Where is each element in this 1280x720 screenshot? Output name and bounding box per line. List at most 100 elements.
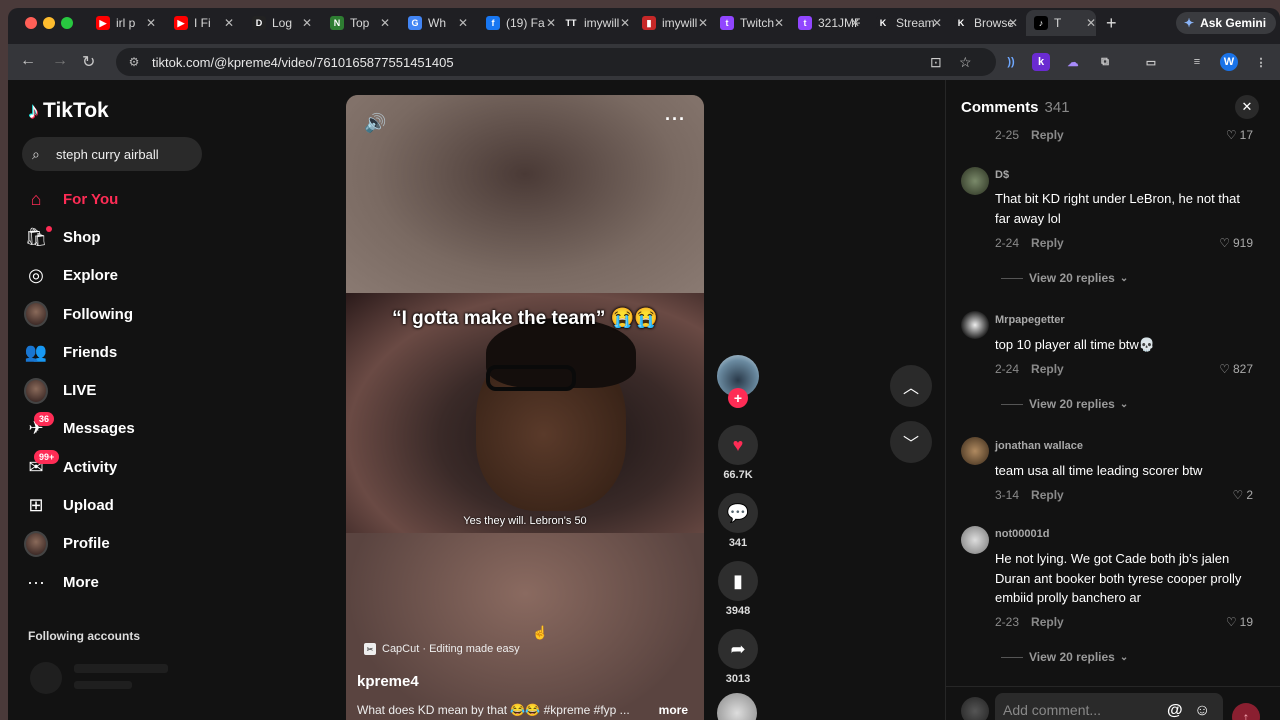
tab-close-icon[interactable]: ✕ [698,16,708,30]
browser-tab[interactable]: N Top ✕ [330,10,390,36]
comment-username[interactable]: not00001d [995,528,1049,540]
commenter-avatar[interactable] [961,167,989,195]
browser-tab[interactable]: K Stream ✕ [876,10,942,36]
video-author[interactable]: kpreme4 [357,673,419,690]
sidebar-item-profile[interactable]: Profile [24,525,324,563]
address-bar[interactable]: ⚙ tiktok.com/@kpreme4/video/761016587755… [116,48,996,76]
comment-like[interactable]: ♡ 919 [1219,236,1253,250]
reading-list-icon[interactable]: ≡ [1188,53,1206,71]
commenter-avatar[interactable] [961,311,989,339]
tab-close-icon[interactable]: ✕ [546,16,556,30]
comment-username[interactable]: D$ [995,169,1009,181]
window-zoom-button[interactable] [61,17,73,29]
video-player[interactable]: “I gotta make the team” 😭😭 Yes they will… [346,95,704,720]
comments-list[interactable]: 2-25 Reply ♡ 17 D$ That bit KD right under… [946,124,1280,686]
tab-close-icon[interactable]: ✕ [850,16,860,30]
browser-tab[interactable]: K Browse ✕ [954,10,1018,36]
browser-tab[interactable]: ▮ imywill ✕ [642,10,708,36]
sidebar-item-shop[interactable]: 🛍 Shop [24,218,324,256]
comment-like[interactable]: ♡ 2 [1233,488,1253,502]
sidebar-item-activity[interactable]: ✉ 99+ Activity [24,448,324,486]
comment-like[interactable]: ♡ 19 [1226,615,1253,629]
more-options-icon[interactable]: ··· [665,109,686,130]
comment-like[interactable]: ♡ 827 [1219,362,1253,376]
next-video-chevron-down-icon[interactable]: ﹀ [890,421,932,463]
tab-close-icon[interactable]: ✕ [1086,16,1096,30]
previous-video-chevron-up-icon[interactable]: ︿ [890,365,932,407]
tab-close-icon[interactable]: ✕ [380,16,390,30]
music-disc-avatar[interactable] [717,693,757,720]
tab-close-icon[interactable]: ✕ [458,16,468,30]
back-arrow-icon[interactable]: ← [20,52,36,70]
view-replies-button[interactable]: View 20 replies ⌄ [1001,271,1128,285]
install-app-icon[interactable]: ⊡ [930,54,942,71]
close-comments-icon[interactable]: ✕ [1235,95,1259,119]
reload-icon[interactable]: ↻ [82,52,95,72]
tab-search-icon[interactable]: ▭ [1142,53,1160,71]
capcut-anchor[interactable]: ✂ CapCut · Editing made easy [364,643,520,655]
search-input[interactable]: ⌕ steph curry airball [22,137,202,171]
extension-k-icon[interactable]: k [1032,53,1050,71]
tab-close-icon[interactable]: ✕ [224,16,234,30]
reply-button[interactable]: Reply [1031,615,1064,629]
browser-tab[interactable]: ▶ I Fi ✕ [174,10,234,36]
tab-close-icon[interactable]: ✕ [620,16,630,30]
ask-gemini-button[interactable]: ✦ Ask Gemini [1176,12,1277,34]
sidebar-item-explore[interactable]: ◎ Explore [24,257,324,295]
reply-button[interactable]: Reply [1031,362,1064,376]
browser-tab[interactable]: ▶ irl p ✕ [96,10,156,36]
description-more-button[interactable]: more [659,703,688,717]
browser-tab[interactable]: G Wh ✕ [408,10,468,36]
tab-close-icon[interactable]: ✕ [146,16,156,30]
sidebar-item-following[interactable]: Following [24,295,324,333]
forward-arrow-icon[interactable]: → [52,52,68,70]
reply-button[interactable]: Reply [1031,128,1064,142]
commenter-avatar[interactable] [961,437,989,465]
comment-username[interactable]: jonathan wallace [995,440,1083,452]
bookmark-icon[interactable]: ▮ [718,561,758,601]
tab-close-icon[interactable]: ✕ [774,16,784,30]
extension-cloud-icon[interactable]: ☁ [1064,53,1082,71]
follow-plus-icon[interactable]: + [728,388,748,408]
browser-tab[interactable]: TT imywill ✕ [564,10,630,36]
sidebar-item-for-you[interactable]: ⌂ For You [24,180,324,218]
sidebar-item-messages[interactable]: ✈ 36 Messages [24,410,324,448]
site-settings-icon[interactable]: ⚙ [126,54,142,70]
send-arrow-icon[interactable]: ↑ [1232,703,1260,720]
tiktok-logo[interactable]: ♪ TikTok [28,98,109,124]
window-minimize-button[interactable] [43,17,55,29]
sidebar-item-more[interactable]: ··· More [24,563,324,601]
reply-button[interactable]: Reply [1031,236,1064,250]
tab-close-icon[interactable]: ✕ [302,16,312,30]
extension-sound-icon[interactable]: )) [1002,53,1020,71]
reply-button[interactable]: Reply [1031,488,1064,502]
mention-at-icon[interactable]: @ [1167,702,1183,720]
commenter-avatar[interactable] [961,526,989,554]
view-replies-button[interactable]: View 20 replies ⌄ [1001,650,1128,664]
extensions-puzzle-icon[interactable]: ⧉ [1096,53,1114,71]
sidebar-item-live[interactable]: LIVE [24,371,324,409]
share-arrow-icon[interactable]: ➦ [718,629,758,669]
bookmark-star-icon[interactable]: ☆ [959,54,972,71]
volume-icon[interactable]: 🔊 [364,113,386,134]
sidebar-item-upload[interactable]: ⊞ Upload [24,486,324,524]
browser-tab[interactable]: f (19) Fa ✕ [486,10,556,36]
browser-tab[interactable]: t 321JMF ✕ [798,10,860,36]
add-comment-input[interactable] [995,693,1223,720]
tab-close-icon[interactable]: ✕ [932,16,942,30]
profile-avatar-icon[interactable]: W [1220,53,1238,71]
browser-tab[interactable]: t Twitch ✕ [720,10,784,36]
sidebar-item-friends[interactable]: 👥 Friends [24,333,324,371]
view-replies-button[interactable]: View 20 replies ⌄ [1001,397,1128,411]
comment-username[interactable]: Mrpapegetter [995,314,1065,326]
window-close-button[interactable] [25,17,37,29]
comment-like[interactable]: ♡ 17 [1226,128,1253,142]
browser-tab[interactable]: D Log ✕ [252,10,312,36]
browser-menu-icon[interactable]: ⋮ [1252,53,1270,71]
emoji-icon[interactable]: ☺ [1194,702,1210,720]
comment-bubble-icon[interactable]: 💬 [718,493,758,533]
new-tab-button[interactable]: + [1106,13,1117,34]
like-heart-icon[interactable]: ♥ [718,425,758,465]
tab-close-icon[interactable]: ✕ [1008,16,1018,30]
browser-tab[interactable]: ♪ T ✕ [1026,10,1096,36]
